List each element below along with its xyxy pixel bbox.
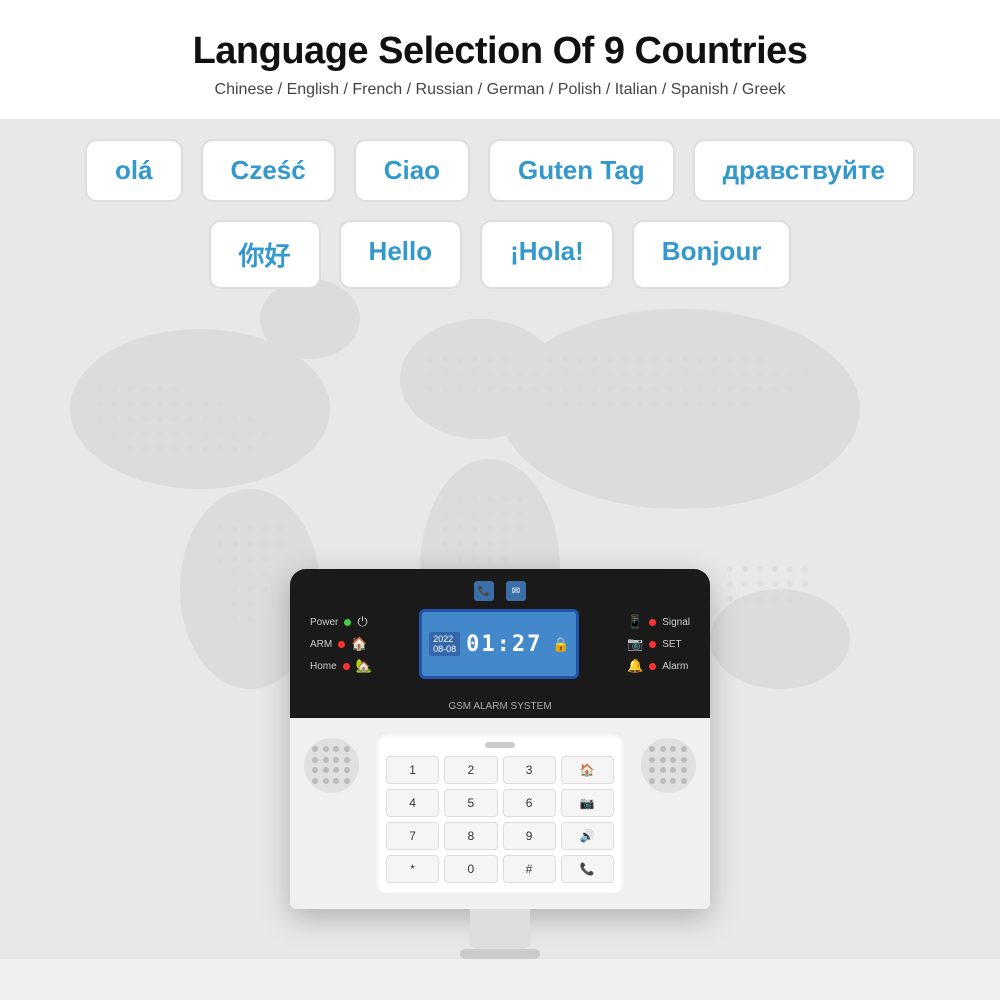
lcd-lock-icon: 🔒 [552,636,569,653]
power-icon: ⏻ [357,614,367,630]
key-speaker[interactable]: 🔊 [561,822,614,850]
home-label: Home [310,661,337,672]
keypad-area: 1 2 3 🏠 4 5 6 📷 7 8 9 🔊 * 0 # [376,732,624,893]
bottom-panel: 1 2 3 🏠 4 5 6 📷 7 8 9 🔊 * 0 # [290,718,710,909]
set-label: SET [662,639,681,650]
phone-icon: 📞 [474,581,494,601]
key-6[interactable]: 6 [503,789,556,817]
key-5[interactable]: 5 [444,789,497,817]
bubble-polish[interactable]: Cześć [201,139,336,202]
message-icon: ✉ [506,581,526,601]
device-stand [470,909,530,949]
right-indicators: 📱 Signal 📷 SET 🔔 Alarm [627,614,690,674]
bubble-row-2: 你好 Hello ¡Hola! Bonjour [0,220,1000,289]
brand-label: GSM ALARM SYSTEM [290,695,710,718]
alarm-icon-indicator: 🔔 [627,658,643,674]
key-1[interactable]: 1 [386,756,439,784]
key-9[interactable]: 9 [503,822,556,850]
signal-icon: 📱 [627,614,643,630]
speaker-right [641,738,696,793]
bubble-english[interactable]: Hello [339,220,463,289]
power-label: Power [310,617,338,628]
lcd-time: 01:27 [466,632,542,657]
language-subtitle: Chinese / English / French / Russian / G… [20,81,980,99]
home-dot [343,663,350,670]
arm-indicator: ARM 🏠 [310,636,372,652]
main-area: olá Cześć Ciao Guten Tag дравствуйте 你好 … [0,119,1000,959]
key-star[interactable]: * [386,855,439,883]
key-8[interactable]: 8 [444,822,497,850]
device-stand-foot [460,949,540,959]
arm-dot [338,641,345,648]
speaker-left [304,738,359,793]
key-3[interactable]: 3 [503,756,556,784]
key-call[interactable]: 📞 [561,855,614,883]
bubble-chinese[interactable]: 你好 [209,220,321,289]
lcd-display: 202208-08 01:27 🔒 [419,609,579,679]
set-dot [649,641,656,648]
key-home[interactable]: 🏠 [561,756,614,784]
set-icon: 📷 [627,636,643,652]
bubble-row-1: olá Cześć Ciao Guten Tag дравствуйте [0,139,1000,202]
page-title: Language Selection Of 9 Countries [20,30,980,73]
bubbles-container: olá Cześć Ciao Guten Tag дравствуйте 你好 … [0,139,1000,307]
alarm-label: Alarm [662,661,688,672]
home-icon: 🏡 [356,658,372,674]
set-indicator: 📷 SET [627,636,690,652]
keypad-sensor [485,742,515,748]
lcd-date: 202208-08 [429,632,460,656]
signal-label: Signal [662,617,690,628]
bubble-french[interactable]: Bonjour [632,220,792,289]
signal-indicator: 📱 Signal [627,614,690,630]
header-section: Language Selection Of 9 Countries Chines… [0,0,1000,119]
lcd-top: 202208-08 01:27 🔒 [429,632,570,657]
top-panel: 📞 ✉ Power ⏻ ARM [290,569,710,695]
key-4[interactable]: 4 [386,789,439,817]
key-hash[interactable]: # [503,855,556,883]
top-icons: 📞 ✉ [310,581,690,601]
alarm-dot [649,663,656,670]
arm-label: ARM [310,639,332,650]
key-7[interactable]: 7 [386,822,439,850]
left-indicators: Power ⏻ ARM 🏠 Home 🏡 [310,614,372,674]
power-dot [344,619,351,626]
bubble-spanish[interactable]: ¡Hola! [480,220,614,289]
bubble-german[interactable]: Guten Tag [488,139,675,202]
bubble-russian[interactable]: дравствуйте [693,139,915,202]
home-indicator: Home 🏡 [310,658,372,674]
keypad-grid: 1 2 3 🏠 4 5 6 📷 7 8 9 🔊 * 0 # [386,756,614,883]
key-0[interactable]: 0 [444,855,497,883]
key-camera[interactable]: 📷 [561,789,614,817]
signal-dot [649,619,656,626]
panel-inner: Power ⏻ ARM 🏠 Home 🏡 [310,609,690,679]
alarm-device: 📞 ✉ Power ⏻ ARM [290,569,710,909]
device-container: 📞 ✉ Power ⏻ ARM [290,569,710,959]
bubble-portuguese[interactable]: olá [85,139,183,202]
alarm-indicator: 🔔 Alarm [627,658,690,674]
arm-icon: 🏠 [351,636,367,652]
power-indicator: Power ⏻ [310,614,372,630]
bubble-italian[interactable]: Ciao [354,139,470,202]
key-2[interactable]: 2 [444,756,497,784]
